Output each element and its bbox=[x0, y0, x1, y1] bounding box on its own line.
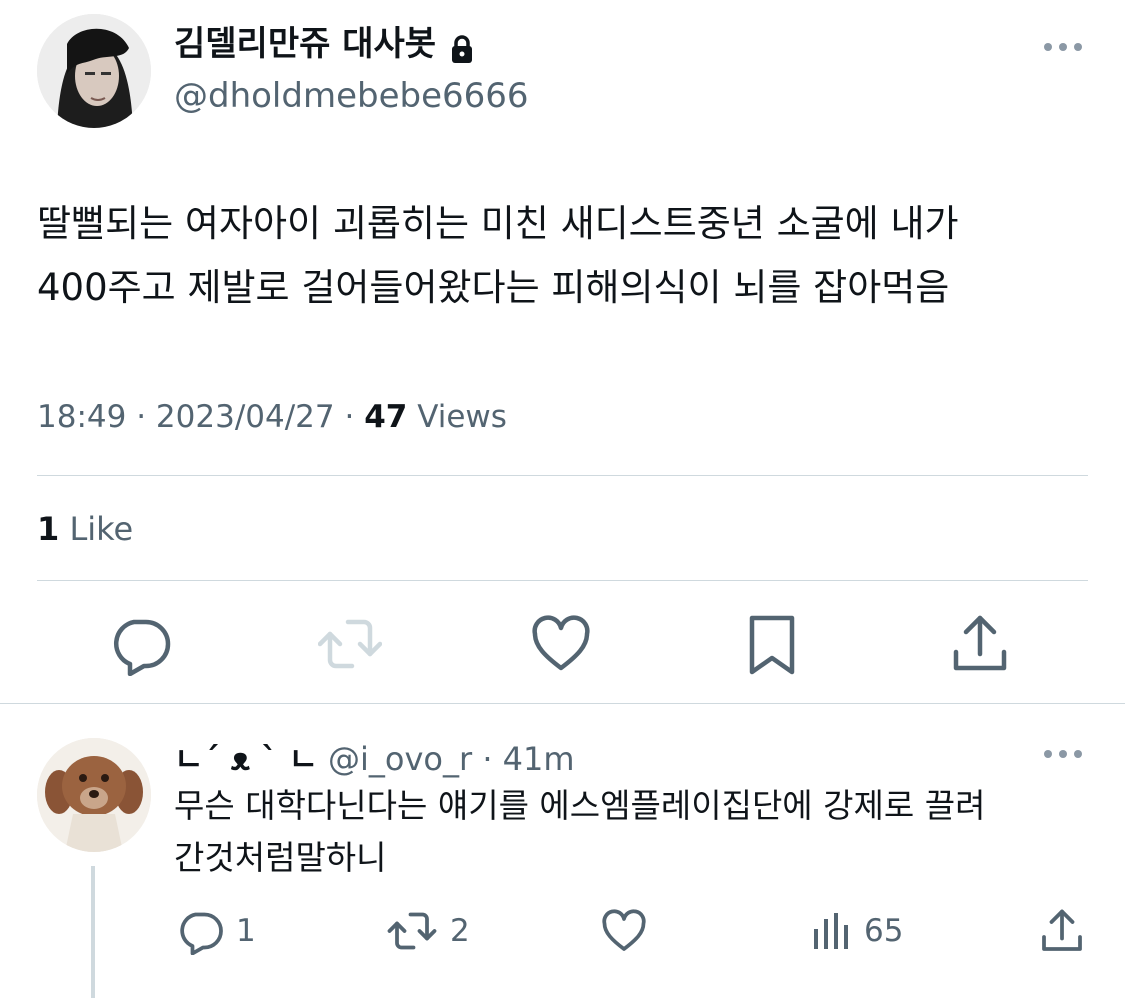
dog-avatar-icon bbox=[37, 738, 151, 852]
lock-icon bbox=[450, 29, 474, 63]
reply-retweet-count: 2 bbox=[450, 913, 470, 949]
separator-dot: · bbox=[136, 399, 156, 435]
tweet-meta: 18:49 · 2023/04/27 · 47 Views bbox=[37, 392, 507, 442]
separator-dot: · bbox=[472, 740, 503, 778]
author-avatar[interactable] bbox=[37, 14, 151, 128]
tweet-time[interactable]: 18:49 bbox=[37, 399, 126, 435]
likes-summary[interactable]: 1 Like bbox=[37, 506, 133, 552]
reply-age[interactable]: 41m bbox=[503, 740, 575, 778]
divider bbox=[37, 580, 1088, 581]
share-icon bbox=[1042, 909, 1082, 951]
author-name-text[interactable]: 김델리만쥬 대사봇 bbox=[174, 20, 436, 68]
reply-author-name[interactable]: ㄴ´ ᴥ ` ㄴ bbox=[174, 740, 318, 778]
profile-photo bbox=[37, 14, 151, 128]
reply-text-line: 무슨 대학다닌다는 얘기를 에스엠플레이집단에 강제로 끌려 bbox=[174, 786, 986, 825]
reply-more-options-icon[interactable] bbox=[1040, 745, 1086, 763]
tweet-text: 딸뻘되는 여자아이 괴롭히는 미친 새디스트중년 소굴에 내가 400주고 제발… bbox=[37, 192, 1097, 320]
likes-label: Like bbox=[69, 510, 134, 548]
reply-text: 무슨 대학다닌다는 얘기를 에스엠플레이집단에 강제로 끌려 간것처럼말하니 bbox=[174, 780, 1094, 884]
reply-icon[interactable] bbox=[108, 612, 172, 677]
reply-share-button[interactable] bbox=[1038, 906, 1086, 956]
tweet-text-line: 딸뻘되는 여자아이 괴롭히는 미친 새디스트중년 소굴에 내가 bbox=[37, 202, 959, 245]
author-display-name[interactable]: 김델리만쥬 대사봇 bbox=[174, 20, 474, 68]
bookmark-icon[interactable] bbox=[740, 612, 804, 676]
reply-reply-count: 1 bbox=[236, 913, 256, 949]
retweet-icon[interactable] bbox=[317, 612, 383, 676]
thread-line bbox=[91, 866, 95, 998]
retweet-icon bbox=[387, 912, 437, 950]
reply-icon bbox=[180, 912, 223, 955]
reply-like-button[interactable] bbox=[600, 906, 648, 956]
author-handle[interactable]: @dholdmebebe6666 bbox=[174, 74, 529, 118]
reply-reply-button[interactable]: 1 bbox=[176, 906, 256, 956]
analytics-icon bbox=[814, 913, 848, 949]
reply-views-button[interactable]: 65 bbox=[812, 906, 903, 956]
like-icon bbox=[602, 909, 646, 951]
tweet-text-line: 400주고 제발로 걸어들어왔다는 피해의식이 뇌를 잡아먹음 bbox=[37, 266, 950, 309]
separator-dot: · bbox=[344, 399, 365, 435]
likes-count: 1 bbox=[37, 510, 60, 548]
more-options-icon[interactable] bbox=[1040, 38, 1086, 56]
divider bbox=[0, 703, 1125, 704]
divider bbox=[37, 475, 1088, 476]
reply-author-handle[interactable]: @i_ovo_r bbox=[328, 740, 472, 778]
views-count: 47 bbox=[364, 399, 408, 435]
like-icon[interactable] bbox=[529, 612, 593, 676]
reply-text-line: 간것처럼말하니 bbox=[174, 838, 387, 877]
share-icon[interactable] bbox=[948, 612, 1012, 676]
reply-retweet-button[interactable]: 2 bbox=[386, 906, 470, 956]
tweet-date[interactable]: 2023/04/27 bbox=[156, 399, 335, 435]
views-label: Views bbox=[417, 399, 507, 435]
reply-views-count: 65 bbox=[864, 913, 904, 949]
reply-header: ㄴ´ ᴥ ` ㄴ @i_ovo_r · 41m bbox=[174, 736, 575, 782]
reply-author-avatar[interactable] bbox=[37, 738, 151, 852]
